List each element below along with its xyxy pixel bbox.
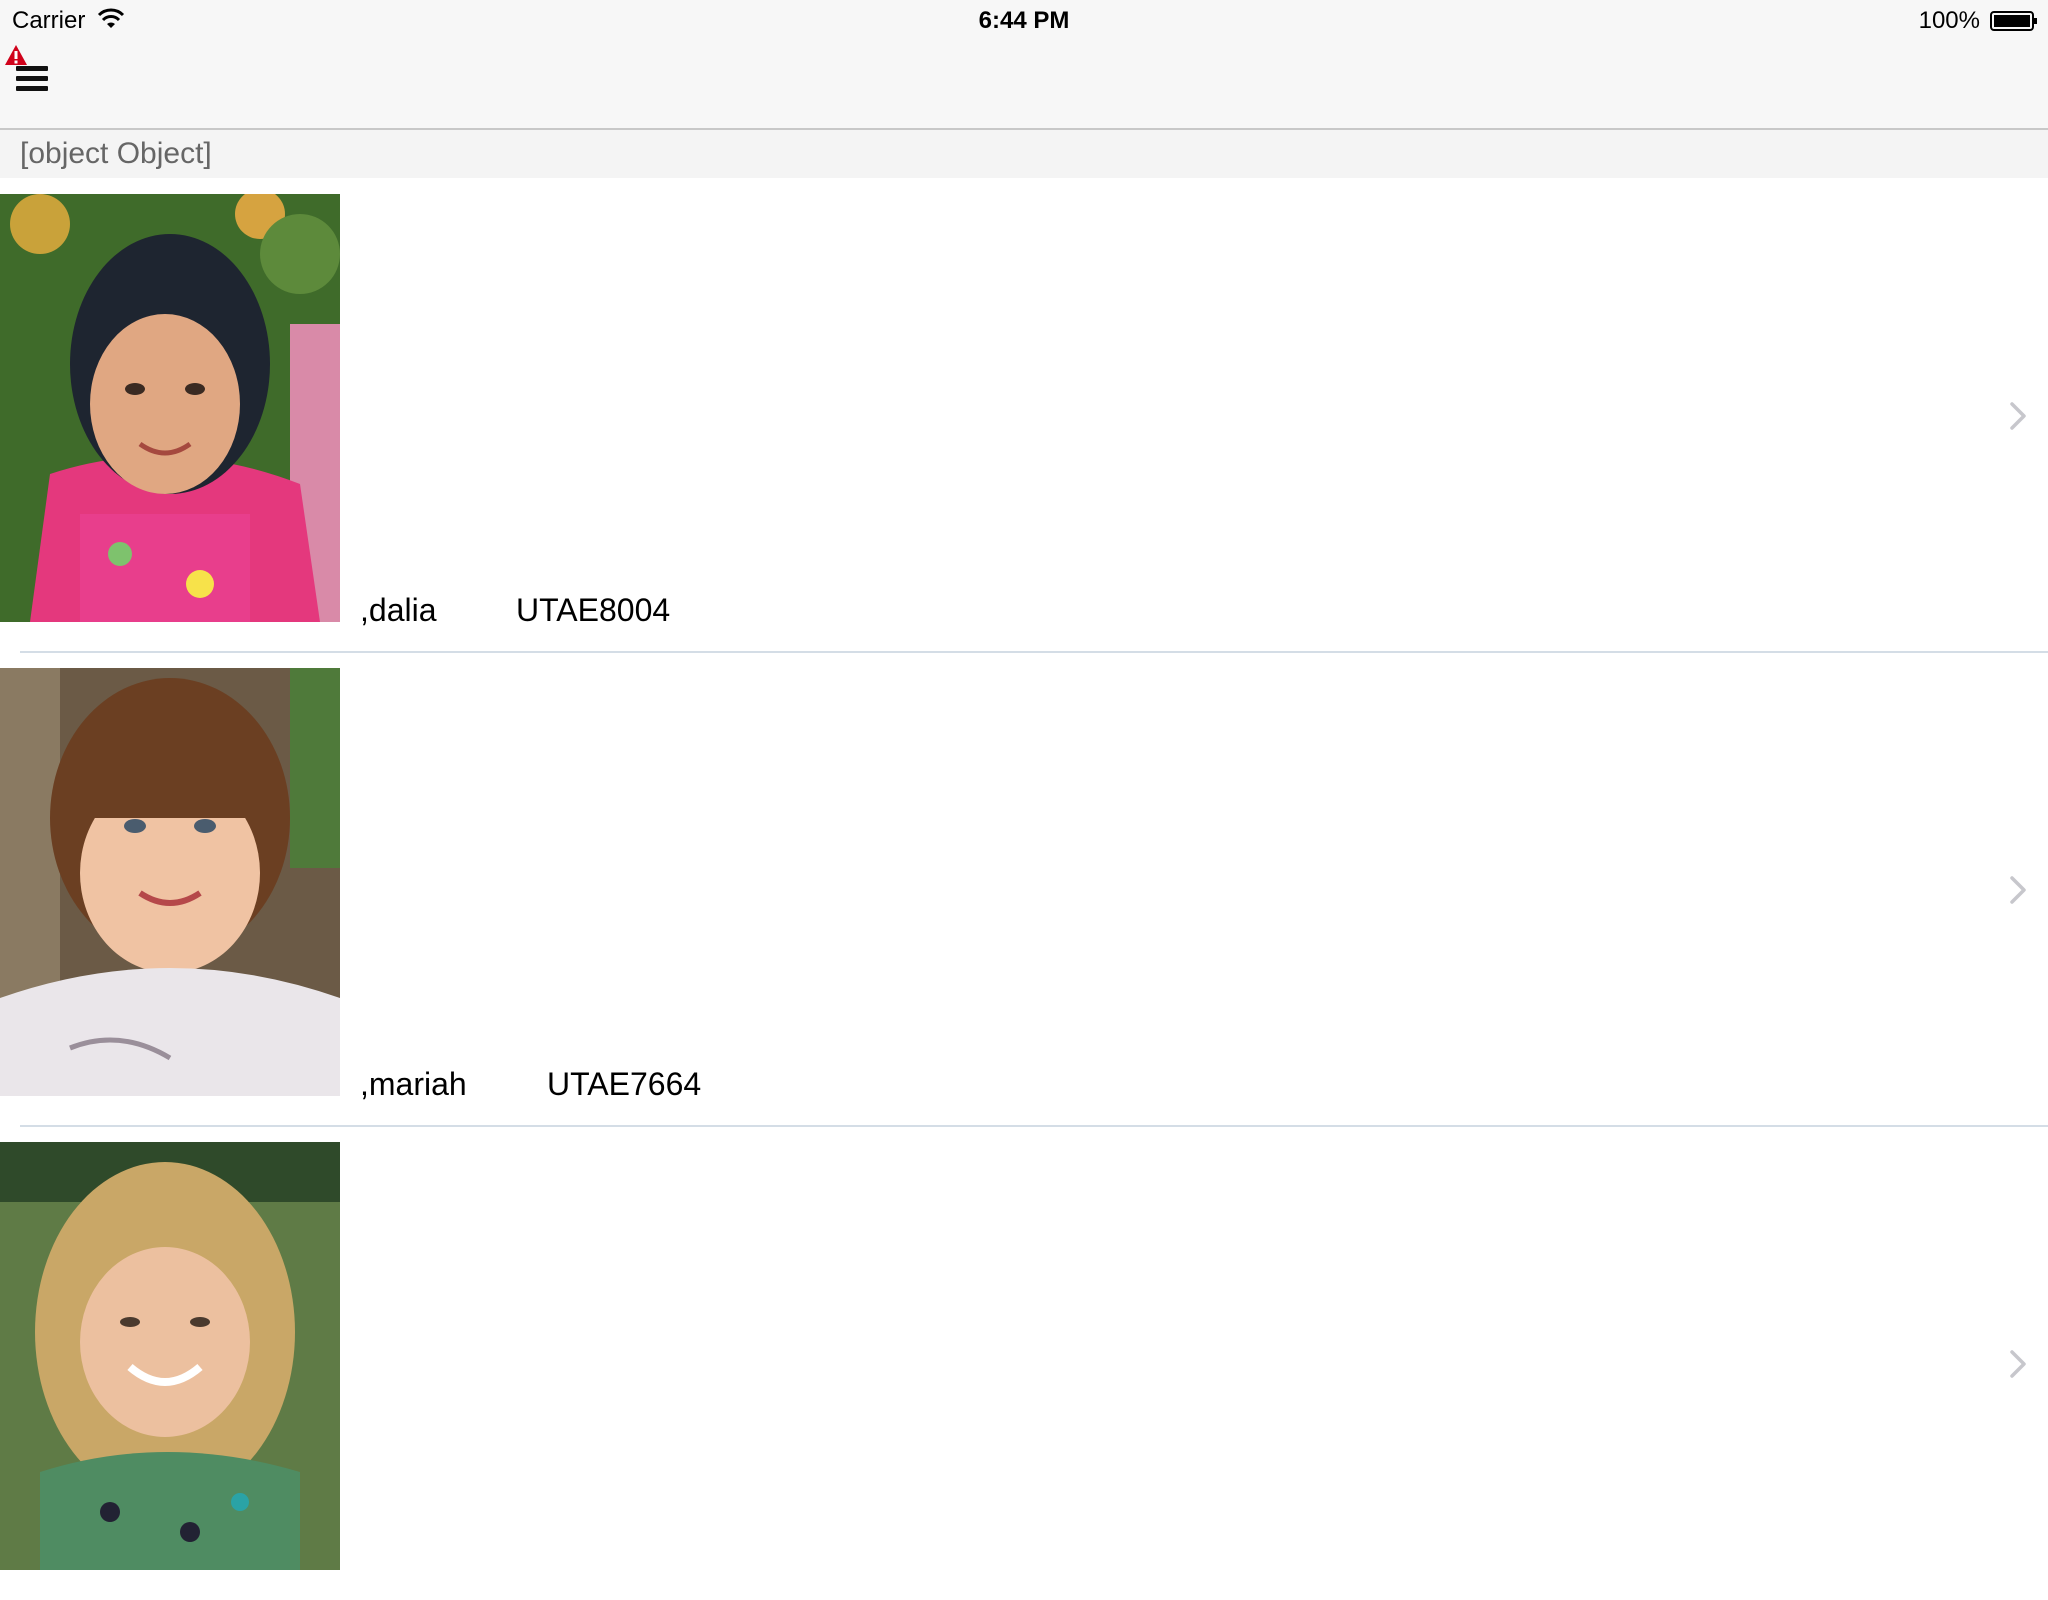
battery-percent: 100% bbox=[1918, 7, 1980, 34]
navigation-bar bbox=[0, 40, 2048, 130]
child-photo bbox=[0, 668, 340, 1096]
warning-icon bbox=[5, 45, 27, 65]
section-header-title: [object Object] bbox=[20, 137, 212, 170]
status-bar: Carrier 6:44 PM 100% bbox=[0, 0, 2048, 40]
child-code: UTAE8004 bbox=[516, 592, 671, 628]
list-item[interactable]: ,mariah UTAE7664 bbox=[0, 652, 2048, 1127]
battery-icon bbox=[1990, 11, 2037, 31]
child-code: UTAE7664 bbox=[547, 1066, 702, 1102]
child-photo bbox=[0, 194, 340, 622]
chevron-right-icon bbox=[2010, 876, 2026, 904]
chevron-right-icon bbox=[2010, 402, 2026, 430]
hamburger-menu-icon[interactable] bbox=[16, 66, 48, 94]
section-header: [object Object] bbox=[0, 130, 2048, 178]
clock: 6:44 PM bbox=[978, 7, 1070, 34]
list-item[interactable]: ,dalia UTAE8004 bbox=[0, 178, 2048, 653]
child-photo bbox=[0, 1142, 340, 1570]
list-item[interactable] bbox=[0, 1126, 2048, 1600]
child-name: ,dalia bbox=[360, 592, 437, 628]
chevron-right-icon bbox=[2010, 1350, 2026, 1378]
child-name: ,mariah bbox=[360, 1066, 467, 1102]
